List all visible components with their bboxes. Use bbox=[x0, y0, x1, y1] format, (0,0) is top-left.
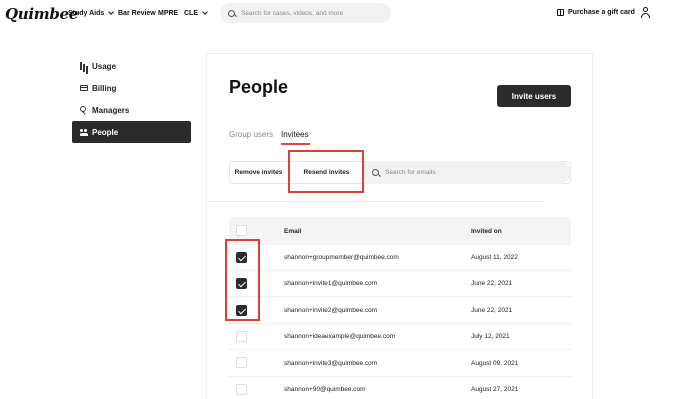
remove-invites-button[interactable]: Remove invites bbox=[231, 161, 286, 184]
row-divider bbox=[229, 349, 571, 350]
row-email: shannon+ideaexample@quimbee.com bbox=[284, 333, 396, 340]
row-divider bbox=[229, 270, 571, 271]
email-search-placeholder: Search for emails bbox=[385, 169, 436, 176]
sidebar-item-usage[interactable]: Usage bbox=[72, 55, 191, 77]
people-icon bbox=[80, 128, 88, 136]
nav-study-aids-label: Study Aids bbox=[68, 10, 105, 17]
row-email: shannon+invite1@quimbee.com bbox=[284, 280, 378, 287]
email-search-input[interactable]: Search for emails bbox=[364, 161, 571, 184]
column-header-email[interactable]: Email bbox=[284, 228, 301, 235]
nav-bar-review-label: Bar Review bbox=[118, 10, 156, 17]
top-header: Quimbee Study Aids Bar Review MPRE CLE S… bbox=[0, 0, 688, 28]
row-checkbox[interactable] bbox=[236, 384, 247, 395]
nav-mpre[interactable]: MPRE bbox=[158, 10, 178, 17]
sidebar-item-label: People bbox=[92, 127, 119, 137]
row-checkbox[interactable] bbox=[236, 331, 247, 342]
row-email: shannon+groupmember@quimbee.com bbox=[284, 254, 399, 261]
row-invited-on: August 11, 2022 bbox=[471, 254, 518, 261]
nav-bar-review[interactable]: Bar Review bbox=[118, 10, 156, 17]
active-tab-indicator bbox=[281, 143, 310, 145]
sidebar-item-label: Usage bbox=[92, 61, 117, 71]
gift-icon bbox=[557, 9, 564, 16]
row-email: shannon+invite3@quimbee.com bbox=[284, 360, 378, 367]
site-search-input[interactable]: Search for cases, videos, and more bbox=[220, 3, 391, 23]
chevron-down-icon bbox=[202, 9, 208, 15]
credit-card-icon bbox=[80, 85, 88, 91]
site-search-placeholder: Search for cases, videos, and more bbox=[241, 9, 344, 17]
page-title: People bbox=[229, 77, 289, 97]
sidebar-item-label: Managers bbox=[92, 105, 130, 115]
select-all-checkbox[interactable] bbox=[236, 225, 247, 236]
search-icon bbox=[228, 9, 235, 17]
row-divider bbox=[229, 323, 571, 324]
row-checkbox[interactable] bbox=[236, 357, 247, 368]
chevron-down-icon bbox=[108, 9, 115, 15]
row-invited-on: June 22, 2021 bbox=[471, 307, 513, 314]
checkbox-highlight-box bbox=[225, 239, 260, 321]
row-invited-on: August 27, 2021 bbox=[471, 386, 519, 393]
resend-highlight-box bbox=[288, 150, 364, 193]
sidebar-item-label: Billing bbox=[92, 83, 117, 93]
key-icon bbox=[80, 106, 88, 114]
purchase-gift-card-link[interactable]: Purchase a gift card bbox=[557, 9, 635, 16]
sidebar-item-people[interactable]: People bbox=[72, 121, 191, 143]
nav-study-aids[interactable]: Study Aids bbox=[68, 9, 115, 17]
row-email: shannon+90@quimbee.com bbox=[284, 386, 366, 393]
gift-card-label: Purchase a gift card bbox=[568, 9, 635, 16]
row-divider bbox=[229, 296, 571, 297]
bar-chart-icon bbox=[80, 62, 88, 70]
row-invited-on: June 22, 2021 bbox=[471, 280, 513, 287]
column-header-invited-on[interactable]: Invited on bbox=[471, 228, 502, 235]
section-divider bbox=[207, 201, 545, 202]
invite-users-button[interactable]: Invite users bbox=[497, 85, 571, 107]
row-divider bbox=[229, 376, 571, 377]
table-header bbox=[229, 217, 571, 245]
search-icon bbox=[372, 169, 379, 176]
sidebar-item-managers[interactable]: Managers bbox=[72, 99, 191, 121]
sidebar-item-billing[interactable]: Billing bbox=[72, 77, 191, 99]
tab-invitees[interactable]: Invitees bbox=[281, 130, 309, 139]
nav-cle[interactable]: CLE bbox=[184, 9, 208, 17]
nav-cle-label: CLE bbox=[184, 10, 198, 17]
row-email: shannon+invite2@quimbee.com bbox=[284, 307, 378, 314]
account-icon[interactable] bbox=[640, 7, 651, 18]
tab-group-users[interactable]: Group users bbox=[229, 130, 273, 139]
row-invited-on: August 09, 2021 bbox=[471, 360, 519, 367]
nav-mpre-label: MPRE bbox=[158, 10, 179, 17]
row-invited-on: July 12, 2021 bbox=[471, 333, 510, 340]
